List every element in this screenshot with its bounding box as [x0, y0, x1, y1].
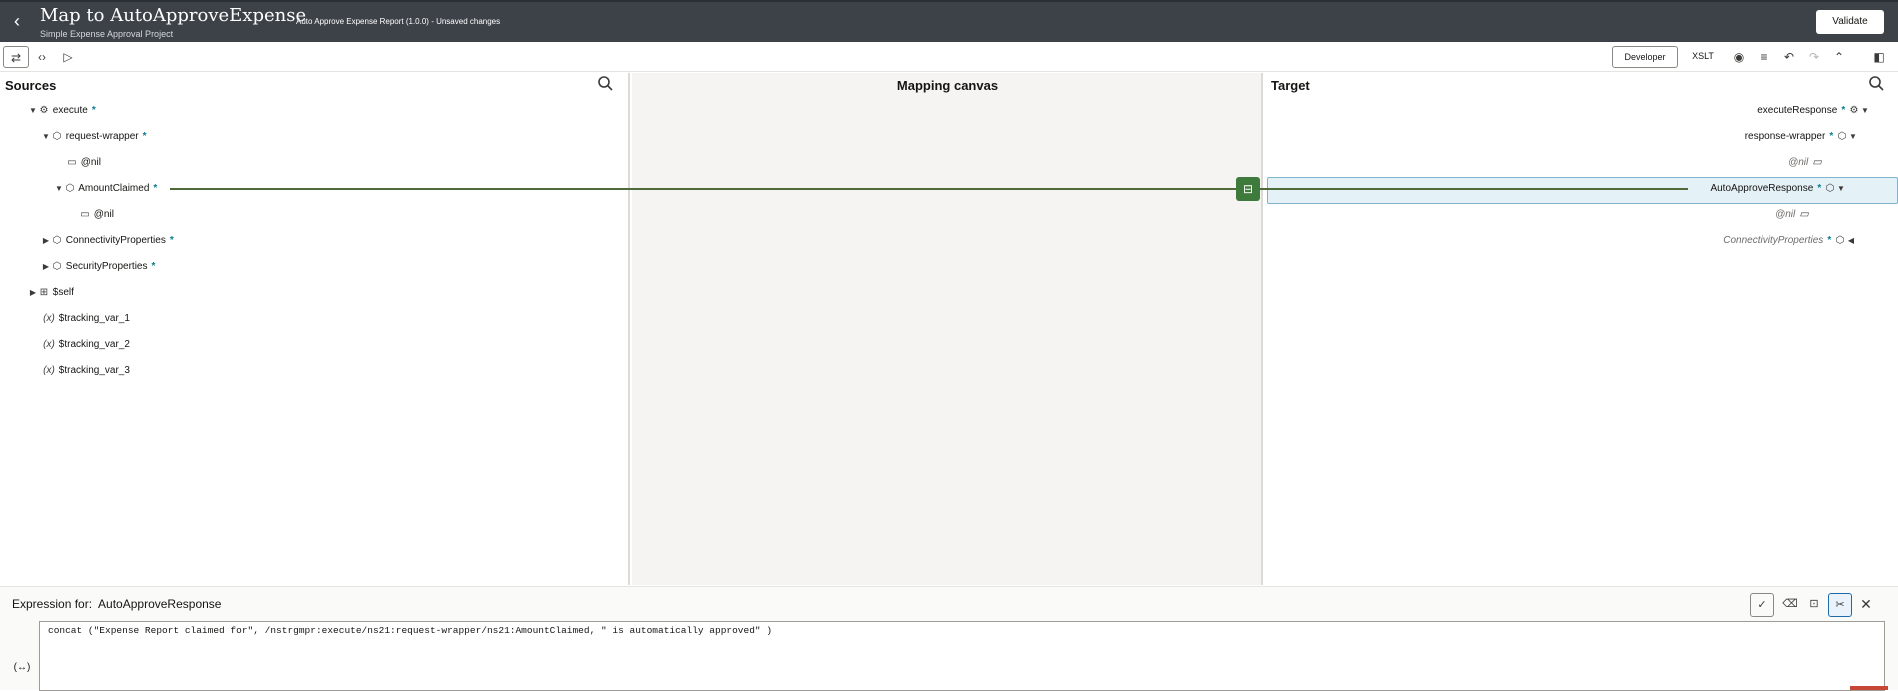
expand-toggle-icon[interactable]: ▶ — [41, 258, 51, 276]
mapper-toolbar: ⇄ ‹› ▷ Developer XSLT ◉ ≡ ↶ ↷ ⌃ ◧ — [0, 42, 1898, 72]
developer-mode-button[interactable]: Developer — [1612, 46, 1678, 68]
tree-node-nil[interactable]: ▭ @nil — [79, 206, 114, 224]
target-panel: Target — [1265, 73, 1898, 585]
operation-icon: ⚙ — [1849, 105, 1859, 116]
header-accent-line — [0, 0, 1898, 2]
target-title: Target — [1271, 78, 1310, 93]
attribute-icon: ▭ — [67, 157, 77, 168]
sources-panel: Sources ▼ ⚙ execute * ▼ ⬡ request-wrapper * … — [0, 73, 630, 585]
expand-toggle-icon[interactable]: ▶ — [28, 284, 38, 302]
expression-label: Expression for: AutoApproveResponse — [12, 597, 222, 611]
expand-toggle-icon[interactable]: ▼ — [41, 128, 51, 146]
tree-node-security-properties[interactable]: ▶ ⬡ SecurityProperties * — [41, 258, 155, 276]
operation-icon: ⚙ — [39, 105, 49, 116]
collapse-all-icon[interactable]: ⌃ — [1828, 46, 1850, 68]
tree-node-tracking-var-3[interactable]: (x) $tracking_var_3 — [42, 362, 130, 380]
format-icon[interactable]: ⊡ — [1802, 593, 1826, 617]
attribute-icon: ▭ — [80, 209, 90, 220]
app-header: ‹ Map to AutoApproveExpense Simple Expen… — [0, 0, 1898, 42]
integration-status: Auto Approve Expense Report (1.0.0) - Un… — [296, 17, 501, 26]
variable-icon: (x) — [43, 339, 55, 350]
cube-icon: ⬡ — [1837, 131, 1847, 142]
tree-node-nil[interactable]: ▭ @nil — [66, 154, 101, 172]
expand-toggle-icon[interactable]: ▶ — [41, 232, 51, 250]
target-node-connectivity-properties[interactable]: ConnectivityProperties * ⬡ ◀ — [1600, 232, 1856, 250]
expand-toggle-icon[interactable]: ▼ — [1860, 102, 1870, 120]
expand-toggle-icon[interactable]: ▼ — [54, 180, 64, 198]
eye-icon[interactable]: ◉ — [1728, 46, 1750, 68]
attribute-icon: ▭ — [1799, 209, 1809, 220]
project-name: Simple Expense Approval Project — [40, 29, 174, 39]
mapped-cube-icon: ⬡ — [1825, 183, 1835, 194]
check-icon[interactable]: ✓ — [1750, 593, 1774, 617]
expression-editor: Expression for: AutoApproveResponse ✓ ⌫ ⊡… — [0, 586, 1898, 691]
expression-tools: ✓ ⌫ ⊡ ✂ ✕ — [1750, 593, 1882, 617]
tree-node-amount-claimed[interactable]: ▼ ⬡ AmountClaimed * — [54, 180, 157, 198]
filter-icon[interactable]: ≡ — [1753, 46, 1775, 68]
expand-toggle-icon[interactable]: ◀ — [1846, 232, 1856, 250]
code-view-icon[interactable]: ‹› — [31, 46, 53, 68]
function-toggle-button[interactable]: (↔) — [12, 659, 32, 677]
error-indicator — [1850, 686, 1888, 690]
cube-icon: ⬡ — [52, 261, 62, 272]
eraser-icon[interactable]: ⌫ — [1778, 593, 1802, 617]
tools-icon[interactable]: ✂ — [1828, 593, 1852, 617]
target-node-execute-response[interactable]: executeResponse * ⚙ ▼ — [1600, 102, 1870, 120]
canvas-title: Mapping canvas — [896, 78, 999, 93]
tree-node-self[interactable]: ▶ ⊞ $self — [28, 284, 74, 302]
redo-icon[interactable]: ↷ — [1803, 46, 1825, 68]
sources-title: Sources — [5, 78, 57, 93]
cube-icon: ⬡ — [52, 235, 62, 246]
concat-function-icon[interactable]: ⊟ — [1236, 177, 1260, 201]
tree-node-connectivity-properties[interactable]: ▶ ⬡ ConnectivityProperties * — [41, 232, 174, 250]
mapped-cube-icon: ⬡ — [65, 183, 75, 194]
expand-toggle-icon[interactable]: ▼ — [1836, 180, 1846, 198]
variable-icon: (x) — [43, 313, 55, 324]
expression-input[interactable]: concat ("Expense Report claimed for", /n… — [39, 621, 1885, 691]
validate-button[interactable]: Validate — [1816, 10, 1884, 34]
expand-toggle-icon[interactable]: ▼ — [28, 102, 38, 120]
swap-view-icon[interactable]: ⇄ — [3, 46, 29, 68]
target-node-nil[interactable]: @nil ▭ — [1600, 206, 1810, 224]
xslt-button[interactable]: XSLT — [1686, 46, 1720, 68]
back-icon[interactable]: ‹ — [8, 10, 26, 32]
test-run-icon[interactable]: ▷ — [57, 46, 79, 68]
page-title: Map to AutoApproveExpense — [40, 5, 307, 26]
tree-node-request-wrapper[interactable]: ▼ ⬡ request-wrapper * — [41, 128, 146, 146]
attribute-icon: ▭ — [1812, 157, 1822, 168]
cube-icon: ⬡ — [52, 131, 62, 142]
target-search-icon[interactable] — [1867, 74, 1887, 94]
grid-icon: ⊞ — [39, 287, 49, 298]
close-icon[interactable]: ✕ — [1854, 593, 1878, 617]
expression-target: AutoApproveResponse — [98, 597, 222, 611]
cube-icon: ⬡ — [1835, 235, 1845, 246]
toggle-panel-icon[interactable]: ◧ — [1868, 46, 1890, 68]
sources-search-icon[interactable] — [596, 74, 616, 94]
target-node-response-wrapper[interactable]: response-wrapper * ⬡ ▼ — [1590, 128, 1858, 146]
tree-node-tracking-var-2[interactable]: (x) $tracking_var_2 — [42, 336, 130, 354]
mapping-line[interactable] — [170, 188, 1688, 190]
target-node-nil[interactable]: @nil ▭ — [1600, 154, 1823, 172]
variable-icon: (x) — [43, 365, 55, 376]
mapping-canvas[interactable]: Mapping canvas — [632, 73, 1263, 585]
tree-node-tracking-var-1[interactable]: (x) $tracking_var_1 — [42, 310, 130, 328]
tree-node-execute[interactable]: ▼ ⚙ execute * — [28, 102, 96, 120]
expand-toggle-icon[interactable]: ▼ — [1848, 128, 1858, 146]
undo-icon[interactable]: ↶ — [1778, 46, 1800, 68]
